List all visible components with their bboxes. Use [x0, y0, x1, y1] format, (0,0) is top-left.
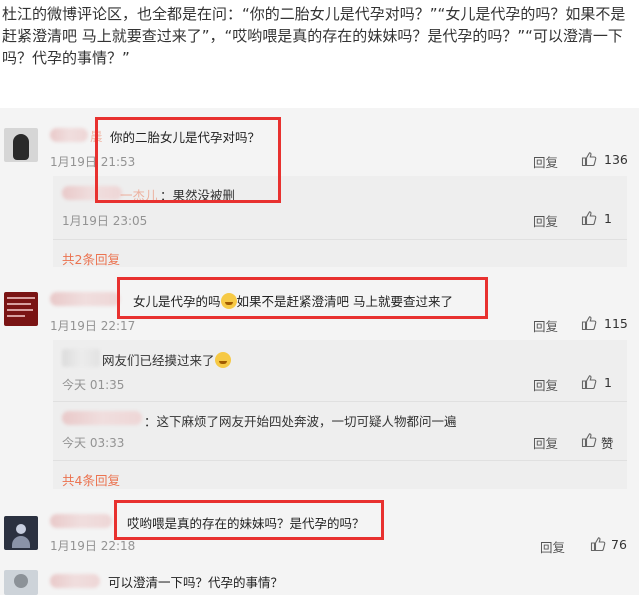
comment-text: 可以澄清一下吗？代孕的事情？ [108, 575, 284, 590]
reply-time: 今天 03:33 [62, 436, 125, 450]
highlight-box [114, 500, 384, 540]
laugh-cry-emoji-icon [214, 352, 231, 368]
thumbs-up-icon[interactable] [581, 432, 597, 448]
reply-username-blurred[interactable] [62, 411, 142, 425]
username-blurred[interactable] [50, 292, 120, 306]
thumbs-up-icon[interactable] [581, 151, 597, 167]
comment-time: 1月19日 22:17 [50, 319, 136, 333]
divider [53, 239, 627, 240]
intro-text: 杜江的微博评论区，也全都是在问：“你的二胎女儿是代孕对吗？”“女儿是代孕的吗？如… [2, 5, 626, 67]
like-count: 1 [604, 375, 612, 390]
avatar[interactable] [4, 292, 38, 326]
reply-button[interactable]: 回复 [533, 375, 558, 394]
reply-username-blurred[interactable] [62, 349, 100, 367]
reply-text-part: 网友们已经摸过来了 [102, 353, 215, 368]
reply-text: 网友们已经摸过来了 [102, 350, 231, 369]
reply-time: 今天 01:35 [62, 378, 125, 392]
divider [53, 460, 627, 461]
highlight-box [117, 277, 488, 319]
like-count: 1 [604, 211, 612, 226]
username-blurred[interactable] [50, 514, 112, 528]
reply-button[interactable]: 回复 [533, 316, 558, 335]
avatar[interactable] [4, 516, 38, 550]
thumbs-up-icon[interactable] [590, 536, 606, 552]
avatar[interactable] [4, 128, 38, 162]
username-blurred[interactable] [50, 128, 88, 142]
like-label[interactable]: 赞 [601, 433, 614, 452]
thumbs-up-icon[interactable] [581, 315, 597, 331]
thumbs-up-icon[interactable] [581, 210, 597, 226]
reply-time: 1月19日 23:05 [62, 214, 148, 228]
reply-button[interactable]: 回复 [540, 537, 565, 556]
thumbs-up-icon[interactable] [581, 374, 597, 390]
avatar[interactable] [4, 570, 38, 595]
reply-button[interactable]: 回复 [533, 433, 558, 452]
reply-button[interactable]: 回复 [533, 211, 558, 230]
reply-button[interactable]: 回复 [533, 152, 558, 171]
username-blurred[interactable] [50, 574, 100, 588]
more-replies-link[interactable]: 共2条回复 [62, 249, 120, 268]
like-count: 76 [611, 537, 627, 552]
more-replies-link[interactable]: 共4条回复 [62, 470, 120, 489]
divider [53, 401, 627, 402]
reply-text: ：这下麻烦了网友开始四处奔波，一切可疑人物都问一遍 [144, 414, 457, 429]
like-count: 136 [604, 152, 628, 167]
like-count: 115 [604, 316, 628, 331]
highlight-box [95, 117, 281, 203]
